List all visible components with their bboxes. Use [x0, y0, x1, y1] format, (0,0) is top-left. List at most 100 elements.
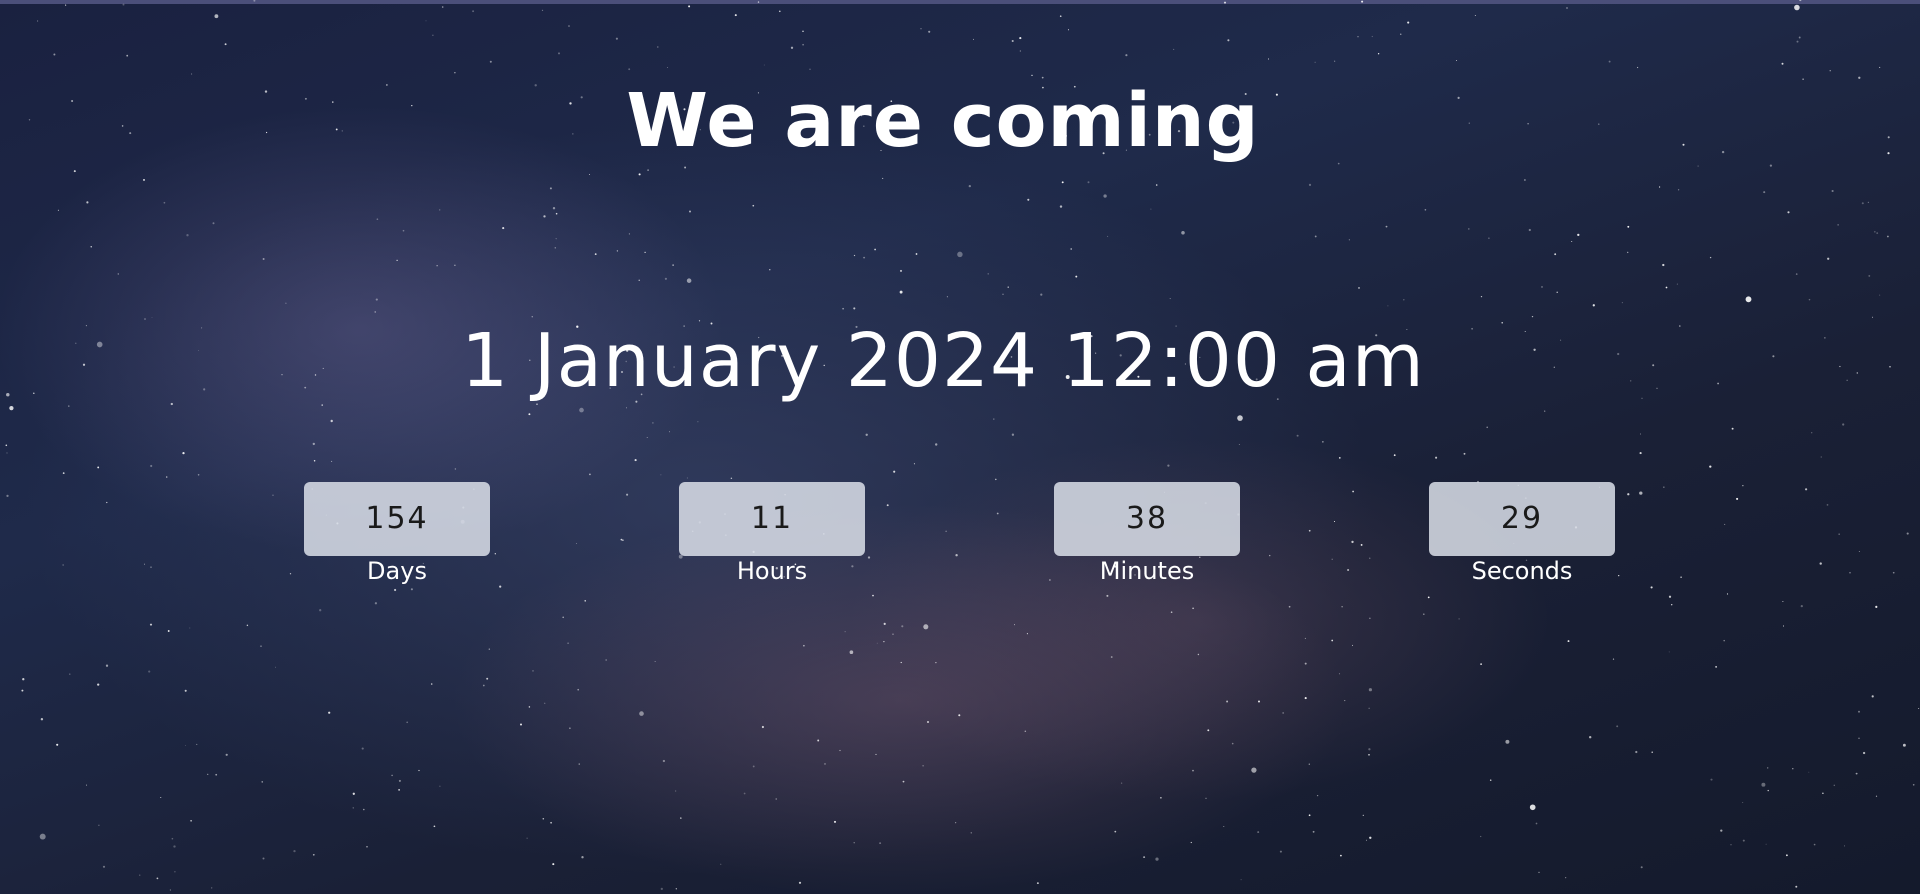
star	[1067, 29, 1070, 31]
star	[6, 494, 9, 498]
star	[1026, 633, 1028, 635]
days-label: Days	[367, 557, 427, 585]
star	[569, 727, 571, 730]
star	[37, 20, 39, 22]
star	[1340, 854, 1342, 857]
star	[86, 784, 88, 786]
star	[494, 553, 496, 555]
minutes-label: Minutes	[1099, 557, 1195, 585]
star	[1024, 730, 1027, 733]
star	[900, 661, 902, 664]
star	[1796, 40, 1799, 43]
star	[686, 477, 688, 479]
star	[275, 666, 276, 668]
star	[1792, 768, 1794, 770]
star	[1862, 751, 1866, 755]
star	[1659, 186, 1661, 188]
star	[1627, 225, 1630, 228]
star	[122, 3, 125, 6]
star	[1011, 39, 1014, 43]
star	[558, 52, 560, 55]
star	[1107, 235, 1109, 237]
star	[809, 68, 811, 70]
star	[577, 688, 579, 691]
star	[562, 616, 564, 619]
star	[1639, 491, 1643, 495]
star	[1720, 829, 1723, 832]
star	[996, 512, 999, 515]
star	[39, 833, 46, 840]
star	[1804, 488, 1808, 491]
star	[1876, 232, 1879, 234]
star	[1742, 801, 1744, 804]
star	[1279, 850, 1282, 853]
star	[376, 218, 379, 221]
star	[90, 246, 92, 248]
star	[160, 797, 162, 798]
star	[892, 633, 894, 635]
star	[1474, 15, 1476, 17]
star	[901, 625, 904, 628]
star	[482, 684, 485, 687]
star	[1455, 59, 1458, 62]
star	[1819, 562, 1822, 565]
star	[394, 588, 397, 592]
star	[552, 207, 556, 210]
star	[139, 874, 141, 876]
star	[1143, 856, 1146, 859]
star	[1368, 748, 1371, 751]
star	[1407, 21, 1410, 24]
star	[328, 711, 331, 714]
star	[1369, 557, 1371, 559]
star	[1879, 66, 1881, 68]
star	[526, 837, 528, 839]
star	[1800, 604, 1803, 608]
star	[1223, 1, 1227, 4]
star	[1400, 33, 1402, 35]
star	[638, 279, 640, 281]
star	[935, 443, 938, 446]
countdown-hours: 11 Hours	[679, 482, 865, 586]
star	[946, 296, 948, 298]
star	[1207, 729, 1210, 732]
star	[1571, 240, 1573, 243]
star	[1541, 285, 1543, 288]
star	[1589, 736, 1592, 739]
star	[555, 212, 558, 215]
star	[863, 256, 866, 259]
star	[1829, 70, 1831, 72]
star	[224, 43, 227, 46]
star	[330, 419, 333, 423]
star	[646, 437, 648, 438]
star	[366, 846, 368, 848]
seconds-value: 29	[1429, 482, 1615, 556]
star	[720, 863, 722, 865]
star	[970, 832, 972, 834]
star	[1858, 737, 1860, 739]
star	[1114, 830, 1117, 833]
seconds-label: Seconds	[1471, 557, 1573, 585]
star	[824, 763, 826, 765]
star	[867, 556, 871, 559]
star	[672, 264, 674, 266]
star	[1742, 485, 1744, 487]
star	[790, 46, 794, 49]
star	[1480, 663, 1482, 665]
star	[1875, 605, 1878, 608]
star	[1331, 639, 1334, 642]
star	[150, 464, 153, 468]
star	[1833, 784, 1836, 787]
star	[190, 819, 192, 822]
star	[69, 673, 71, 675]
star	[312, 853, 315, 856]
star	[1651, 751, 1653, 753]
star	[1027, 198, 1030, 201]
star	[143, 563, 146, 565]
star	[657, 46, 659, 48]
star	[1257, 831, 1260, 834]
star	[1258, 700, 1260, 703]
star	[182, 451, 185, 455]
star	[1197, 653, 1200, 656]
star	[1040, 293, 1043, 296]
star	[1011, 433, 1015, 436]
